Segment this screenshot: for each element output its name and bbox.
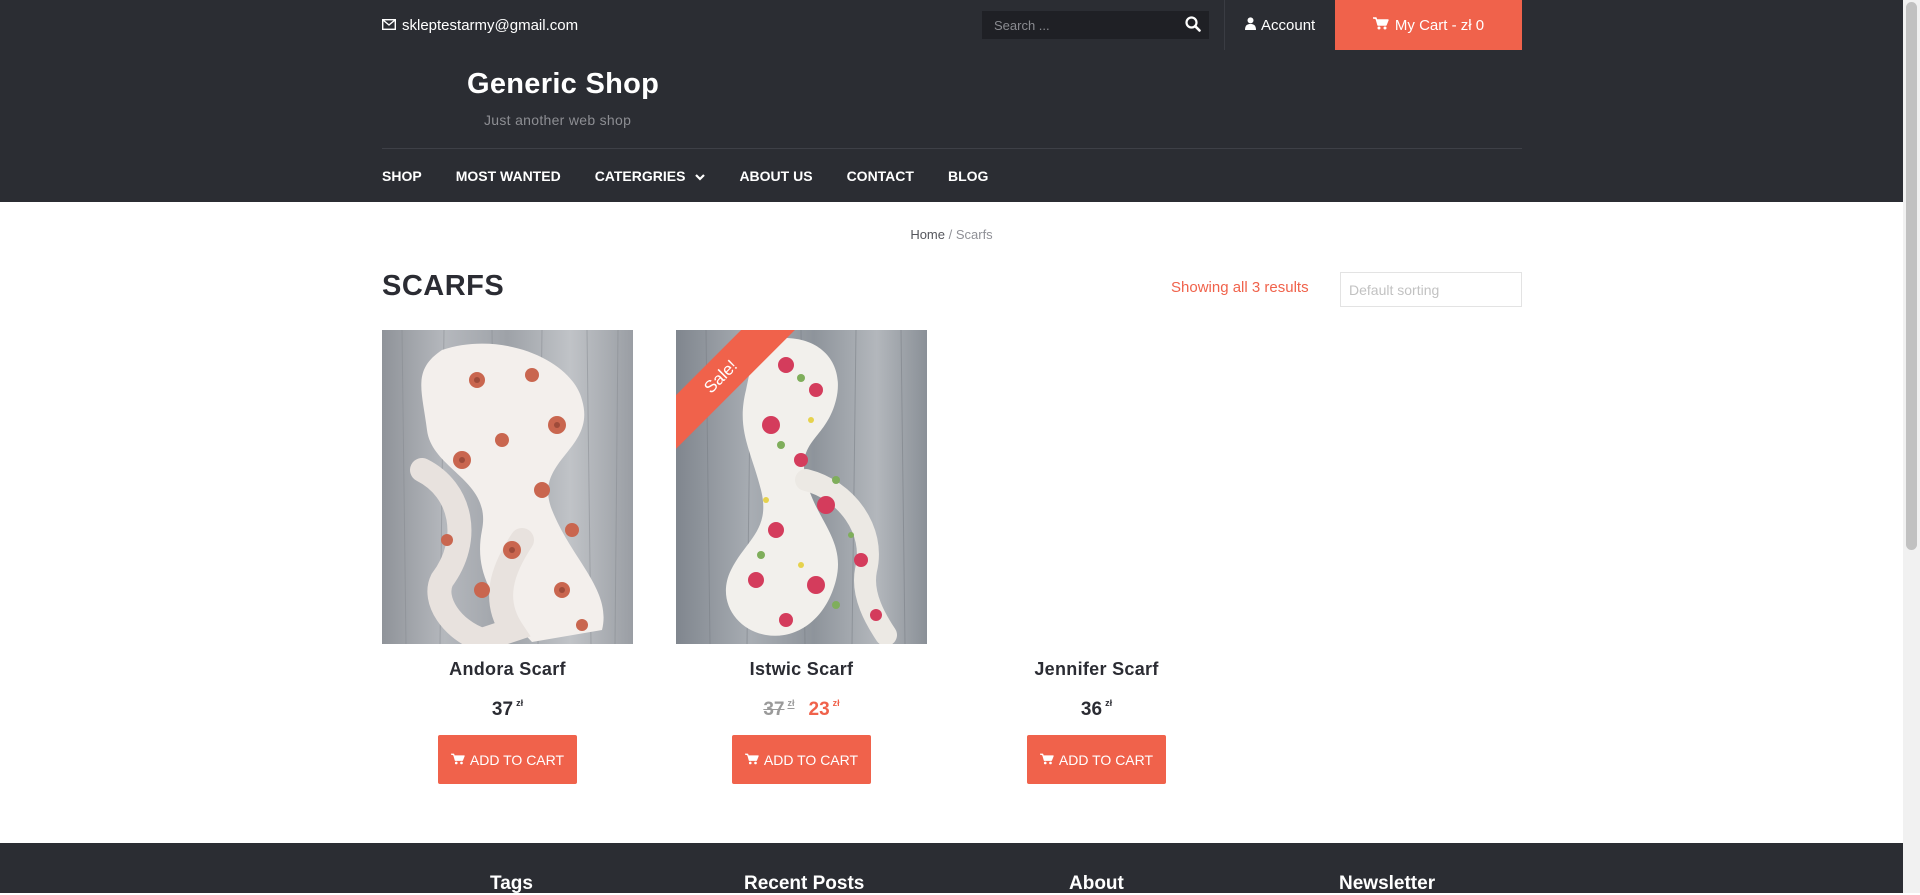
add-to-cart-button[interactable]: ADD TO CART [1027,735,1166,784]
site-footer: Tags Recent Posts About Newsletter [0,843,1903,894]
nav-item-label: BLOG [947,167,989,184]
product-card: Sale! Istwic Scarf 37 zł 23 zł ADD TO CART [676,330,927,784]
add-to-cart-label: ADD TO CART [763,751,859,768]
nav-item-label: CATERGRIES [594,167,686,184]
product-price: 37 zł [382,698,633,721]
search-button[interactable] [1185,16,1203,34]
sorting-placeholder: Default sorting [1349,281,1440,298]
footer-heading-newsletter: Newsletter [1339,873,1436,894]
account-label: Account [1261,16,1316,34]
main-nav: SHOP MOST WANTED CATERGRIES ABOUT US CON… [382,149,1022,202]
cart-icon [1039,752,1054,768]
search-input[interactable] [982,11,1196,39]
contact-email-text: skleptestarmy@gmail.com [402,16,579,34]
add-to-cart-label: ADD TO CART [469,751,565,768]
nav-item-about-us[interactable]: ABOUT US [739,168,812,184]
search-box [982,11,1209,39]
nav-item-shop[interactable]: SHOP [382,168,422,184]
sorting-select[interactable]: Default sorting [1340,272,1522,307]
cart-icon [1372,16,1389,34]
nav-item-label: MOST WANTED [455,167,561,184]
chevron-down-icon [695,168,706,184]
price-value: 37 [491,699,514,720]
my-cart-button[interactable]: My Cart - zł 0 [1335,0,1522,50]
currency-symbol: zł [516,698,524,708]
add-to-cart-label: ADD TO CART [1058,751,1154,768]
nav-item-label: SHOP [382,167,422,184]
nav-item-contact[interactable]: CONTACT [847,168,914,184]
search-icon [1185,16,1201,32]
nav-item-most-wanted[interactable]: MOST WANTED [456,168,561,184]
result-count: Showing all 3 results [1171,279,1309,296]
nav-item-categories[interactable]: CATERGRIES [595,168,706,184]
product-image[interactable]: Sale! [676,330,927,644]
sale-price-value: 23 [808,699,830,720]
site-title[interactable]: Generic Shop [467,68,659,101]
cart-label: My Cart - zł 0 [1394,16,1485,34]
page-scrollbar[interactable] [1903,0,1920,893]
breadcrumb-home-link[interactable]: Home [910,227,945,242]
breadcrumb: Home / Scarfs [0,227,1903,242]
envelope-icon [381,17,397,34]
top-bar: skleptestarmy@gmail.com Account My Cart … [0,0,1903,50]
nav-item-label: ABOUT US [739,167,813,184]
add-to-cart-button[interactable]: ADD TO CART [438,735,577,784]
add-to-cart-button[interactable]: ADD TO CART [732,735,871,784]
cart-icon [450,752,465,768]
account-link[interactable]: Account [1245,0,1315,50]
product-name[interactable]: Istwic Scarf [676,659,927,680]
currency-symbol: zł [1105,698,1113,708]
currency-symbol: zł [832,698,840,708]
breadcrumb-current: Scarfs [955,227,993,242]
price-value: 36 [1080,699,1103,720]
scrollbar-thumb[interactable] [1906,2,1917,550]
nav-item-label: CONTACT [846,167,914,184]
product-image-placeholder[interactable] [971,330,1222,644]
old-price: 37 zł [763,698,795,720]
page-title: SCARFS [382,270,505,302]
footer-heading-recent-posts: Recent Posts [744,873,865,894]
nav-item-blog[interactable]: BLOG [948,168,988,184]
site-tagline: Just another web shop [484,112,632,128]
footer-heading-tags: Tags [490,873,533,894]
footer-heading-about: About [1069,873,1124,894]
user-icon [1245,16,1256,34]
product-name[interactable]: Jennifer Scarf [971,659,1222,680]
cart-icon [744,752,759,768]
sale-price: 23 zł [808,698,840,720]
product-card: Jennifer Scarf 36 zł ADD TO CART [971,330,1222,784]
product-price: 36 zł [971,698,1222,721]
old-price-value: 37 [763,699,785,720]
contact-email[interactable]: skleptestarmy@gmail.com [381,0,579,50]
product-price: 37 zł 23 zł [676,698,927,721]
product-image[interactable] [382,330,633,644]
product-name[interactable]: Andora Scarf [382,659,633,680]
site-header: Generic Shop Just another web shop SHOP … [0,50,1903,202]
top-bar-divider [1224,0,1225,50]
breadcrumb-separator: / [945,227,956,242]
product-card: Andora Scarf 37 zł ADD TO CART [382,330,633,784]
currency-symbol: zł [787,698,795,708]
